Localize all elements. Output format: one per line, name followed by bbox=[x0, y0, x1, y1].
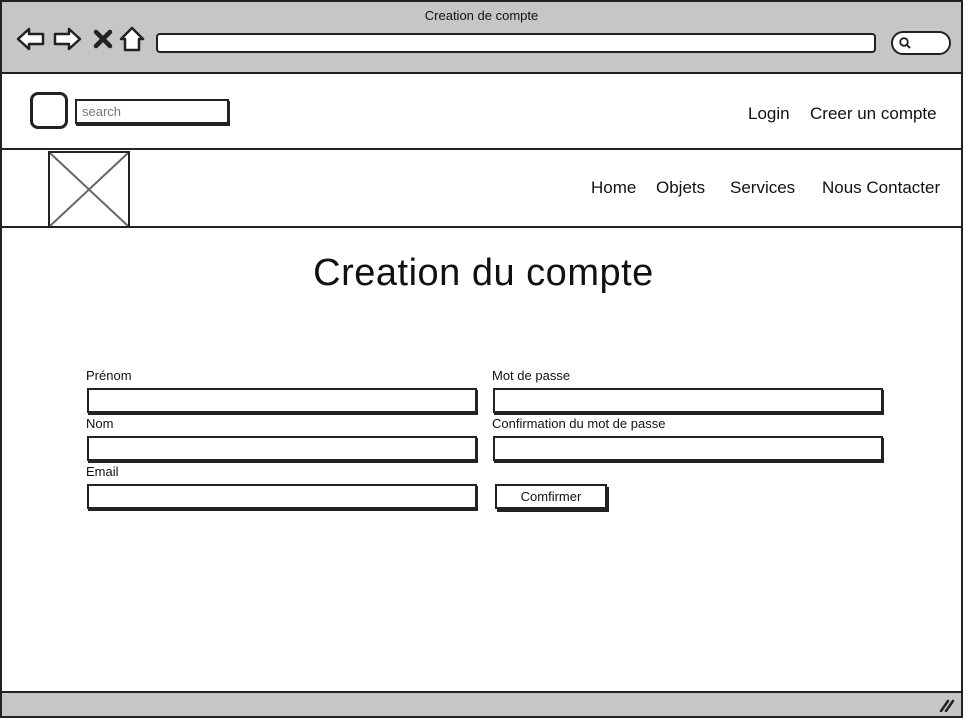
close-x-icon[interactable] bbox=[90, 25, 116, 53]
password-label: Mot de passe bbox=[492, 368, 571, 383]
nom-label: Nom bbox=[86, 416, 114, 431]
browser-statusbar bbox=[2, 691, 961, 716]
email-label: Email bbox=[86, 464, 119, 479]
search-input[interactable] bbox=[75, 99, 229, 124]
login-link[interactable]: Login bbox=[748, 104, 790, 124]
resize-grip-icon[interactable] bbox=[939, 698, 955, 712]
email-field[interactable] bbox=[87, 484, 477, 509]
prenom-label: Prénom bbox=[86, 368, 132, 383]
nom-field[interactable] bbox=[87, 436, 477, 461]
home-icon[interactable] bbox=[118, 25, 146, 53]
page-title: Creation du compte bbox=[313, 252, 654, 294]
nav-item-home[interactable]: Home bbox=[591, 178, 636, 198]
nav-item-contact[interactable]: Nous Contacter bbox=[822, 178, 940, 198]
browser-window: Creation de compte Login Creer un compte bbox=[0, 0, 963, 718]
site-logo[interactable] bbox=[30, 92, 68, 129]
prenom-field[interactable] bbox=[87, 388, 477, 413]
browser-titlebar: Creation de compte bbox=[2, 2, 961, 74]
password-field[interactable] bbox=[493, 388, 883, 413]
main-nav: Home Objets Services Nous Contacter bbox=[2, 150, 961, 228]
back-arrow-icon[interactable] bbox=[16, 25, 46, 53]
nav-item-services[interactable]: Services bbox=[730, 178, 795, 198]
site-header: Login Creer un compte bbox=[2, 74, 961, 150]
window-title: Creation de compte bbox=[424, 8, 539, 23]
confirm-button[interactable]: Comfirmer bbox=[495, 484, 607, 509]
confirm-password-field[interactable] bbox=[493, 436, 883, 461]
browser-search-field[interactable] bbox=[891, 31, 951, 55]
image-placeholder bbox=[48, 151, 130, 228]
nav-item-objets[interactable]: Objets bbox=[656, 178, 705, 198]
forward-arrow-icon[interactable] bbox=[52, 25, 82, 53]
confirm-password-label: Confirmation du mot de passe bbox=[492, 416, 666, 431]
magnifier-icon bbox=[899, 37, 911, 49]
create-account-link[interactable]: Creer un compte bbox=[810, 104, 937, 124]
url-bar[interactable] bbox=[156, 33, 876, 53]
